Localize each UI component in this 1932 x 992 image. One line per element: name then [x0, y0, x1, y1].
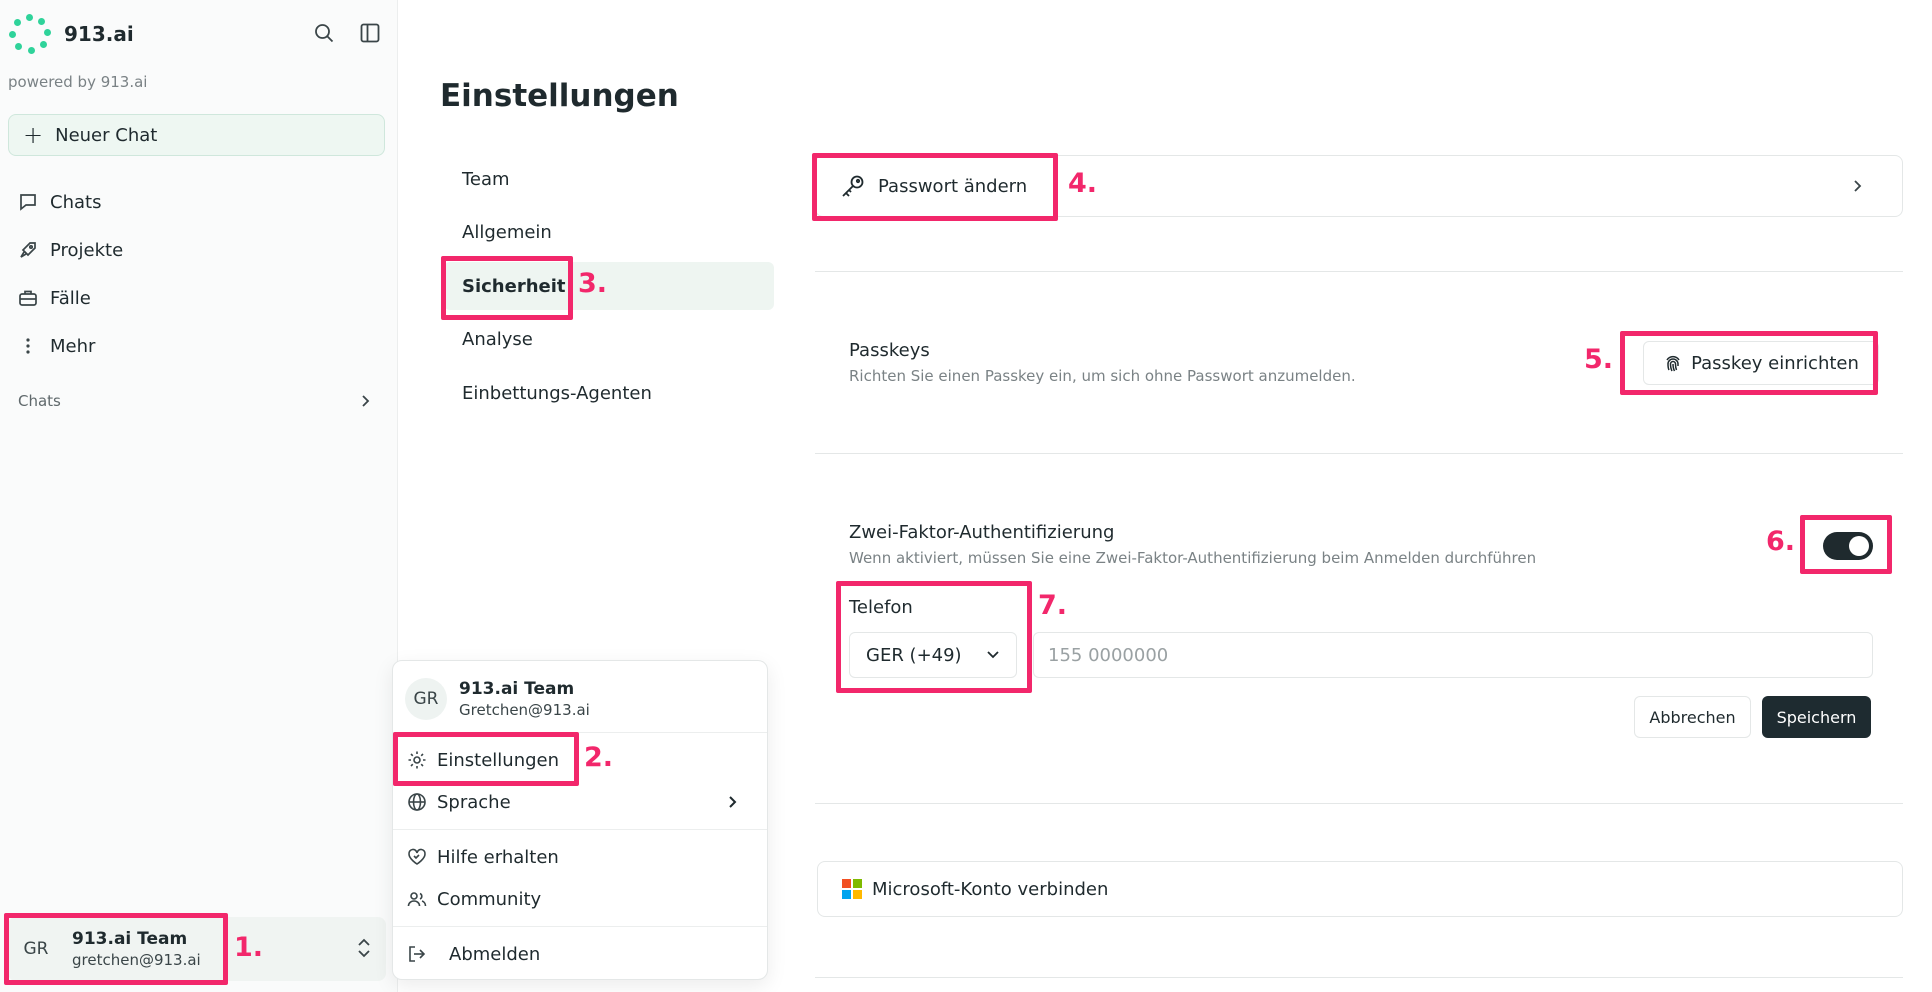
step-number: 6. — [1766, 526, 1796, 557]
gear-icon — [408, 751, 426, 769]
chevron-right-icon — [1854, 180, 1862, 192]
new-chat-label: Neuer Chat — [55, 124, 158, 146]
setup-passkey-label: Passkey einrichten — [1691, 352, 1859, 374]
step-number: 1. — [234, 932, 264, 963]
sidebar-top-actions — [313, 22, 381, 44]
menu-group-settings: Einstellungen Sprache — [393, 733, 767, 830]
country-code-value: GER (+49) — [866, 644, 962, 666]
user-name: 913.ai Team — [72, 929, 188, 949]
menu-item-community[interactable]: Community — [393, 878, 767, 920]
avatar: GR — [405, 677, 447, 720]
save-button[interactable]: Speichern — [1762, 696, 1871, 738]
menu-group-help: Hilfe erhalten Community — [393, 830, 767, 927]
user-email: Gretchen@913.ai — [459, 700, 590, 719]
divider — [815, 977, 1903, 978]
brand-name: 913.ai — [64, 22, 134, 46]
cancel-button[interactable]: Abbrechen — [1634, 696, 1751, 738]
connect-microsoft-row[interactable]: Microsoft-Konto verbinden — [817, 861, 1903, 917]
sidebar-item-chats[interactable]: Chats — [18, 178, 123, 226]
phone-number-input[interactable] — [1033, 632, 1873, 678]
setup-passkey-button[interactable]: Passkey einrichten — [1643, 341, 1879, 385]
country-code-select[interactable]: GER (+49) — [849, 632, 1017, 678]
menu-item-settings[interactable]: Einstellungen — [393, 739, 767, 781]
connect-microsoft-label: Microsoft-Konto verbinden — [872, 878, 1109, 900]
twofa-toggle[interactable] — [1823, 532, 1873, 560]
change-password-row[interactable]: Passwort ändern — [815, 155, 1903, 217]
twofa-title: Zwei-Faktor-Authentifizierung — [849, 522, 1115, 543]
step-number: 4. — [1068, 168, 1098, 199]
twofa-description: Wenn aktiviert, müssen Sie eine Zwei-Fak… — [849, 549, 1537, 567]
step-number: 3. — [578, 268, 608, 299]
sidebar-item-label: Chats — [50, 191, 102, 213]
sidebar-item-label: Mehr — [50, 335, 96, 357]
menu-item-logout[interactable]: Abmelden — [393, 933, 767, 975]
passkeys-section: Passkeys Richten Sie einen Passkey ein, … — [849, 340, 1356, 385]
sidebar-item-projekte[interactable]: Projekte — [18, 226, 123, 274]
change-password-label: Passwort ändern — [878, 175, 1028, 197]
search-icon[interactable] — [313, 22, 335, 44]
menu-item-label: Community — [437, 888, 542, 910]
menu-item-help[interactable]: Hilfe erhalten — [393, 836, 767, 878]
sidebar-item-label: Projekte — [50, 239, 124, 261]
sidebar-nav: Chats Projekte Fälle Mehr — [18, 178, 123, 370]
chevron-up-down-icon — [358, 938, 370, 958]
tab-allgemein[interactable]: Allgemein — [444, 209, 774, 257]
page-title: Einstellungen — [440, 78, 679, 114]
menu-item-language[interactable]: Sprache — [393, 781, 767, 823]
user-email: gretchen@913.ai — [72, 951, 201, 969]
chats-section-label: Chats — [18, 392, 61, 410]
heart-handshake-icon — [408, 848, 426, 865]
powered-by-label: powered by 913.ai — [8, 73, 148, 91]
tab-team[interactable]: Team — [444, 155, 774, 203]
logout-icon — [409, 946, 426, 962]
chevron-down-icon — [987, 651, 999, 659]
sidebar-item-faelle[interactable]: Fälle — [18, 274, 123, 322]
microsoft-logo-icon — [842, 879, 862, 899]
more-vertical-icon — [26, 338, 30, 354]
passkeys-title: Passkeys — [849, 340, 930, 361]
menu-item-label: Abmelden — [449, 943, 541, 965]
sidebar-toggle-icon[interactable] — [359, 22, 381, 44]
user-name: 913.ai Team — [459, 678, 575, 699]
sidebar: 913.ai powered by 913.ai + Neuer Chat Ch… — [0, 0, 398, 992]
plus-icon: + — [23, 121, 44, 149]
brand[interactable]: 913.ai — [8, 12, 134, 56]
rocket-icon — [20, 242, 36, 258]
sidebar-item-mehr[interactable]: Mehr — [18, 322, 123, 370]
fingerprint-icon — [1666, 355, 1680, 372]
security-settings: Passwort ändern Passkeys Richten Sie ein… — [815, 155, 1903, 978]
menu-item-label: Sprache — [437, 791, 511, 813]
phone-label: Telefon — [849, 597, 913, 618]
step-number: 7. — [1038, 590, 1068, 621]
key-icon — [842, 175, 864, 197]
twofa-section: Zwei-Faktor-Authentifizierung Wenn aktiv… — [849, 522, 1536, 567]
brand-logo-icon — [8, 12, 52, 56]
tab-analyse[interactable]: Analyse — [444, 316, 774, 364]
menu-item-label: Hilfe erhalten — [437, 846, 559, 868]
sidebar-item-label: Fälle — [50, 287, 91, 309]
briefcase-icon — [19, 290, 37, 306]
chat-bubble-icon — [20, 194, 36, 211]
chevron-right-icon — [729, 796, 737, 808]
avatar: GR — [23, 939, 49, 959]
divider — [815, 803, 1903, 804]
globe-icon — [408, 793, 426, 811]
step-number: 5. — [1584, 344, 1614, 375]
user-menu-popup: GR 913.ai Team Gretchen@913.ai Einstellu… — [392, 660, 768, 980]
tab-sicherheit[interactable]: Sicherheit — [444, 262, 774, 310]
passkeys-description: Richten Sie einen Passkey ein, um sich o… — [849, 367, 1356, 385]
divider — [815, 453, 1903, 454]
user-menu-header: GR 913.ai Team Gretchen@913.ai — [393, 661, 767, 733]
menu-group-logout: Abmelden — [393, 927, 767, 981]
user-account-switcher[interactable]: GR 913.ai Team gretchen@913.ai — [8, 917, 386, 981]
menu-item-label: Einstellungen — [437, 749, 560, 771]
settings-nav: Team Allgemein Sicherheit Analyse Einbet… — [444, 155, 774, 423]
step-number: 2. — [584, 742, 614, 773]
tab-einbettungs-agenten[interactable]: Einbettungs-Agenten — [444, 369, 774, 417]
users-icon — [407, 892, 427, 907]
chevron-right-icon — [362, 395, 370, 407]
divider — [815, 271, 1903, 272]
new-chat-button[interactable]: + Neuer Chat — [8, 114, 385, 156]
chats-section-header[interactable]: Chats — [18, 392, 372, 410]
